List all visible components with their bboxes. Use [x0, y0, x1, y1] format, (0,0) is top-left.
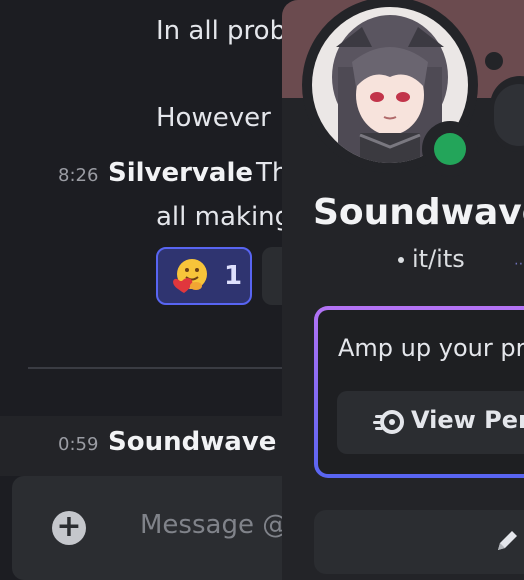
bullet-separator	[398, 257, 404, 263]
message-text-line: However	[156, 103, 271, 133]
message-text-line: all making	[156, 202, 292, 232]
message-timestamp: 0:59	[58, 434, 99, 455]
view-perks-label: View Perk	[411, 406, 524, 434]
nitro-icon	[373, 410, 404, 434]
reaction-button[interactable]: 1	[156, 247, 252, 305]
profile-pronouns: it/its	[412, 245, 465, 273]
message-timestamp: 8:26	[58, 165, 99, 186]
message-text-line: In all prob	[156, 16, 287, 46]
chat-panel: In all prob However 8:26 Silvervale Th a…	[0, 0, 302, 580]
message-input[interactable]: Message @	[140, 510, 288, 540]
user-profile-popout: Soundwave it/its ⋯ Amp up your pro View …	[282, 0, 524, 580]
badge-icon[interactable]: ⋯	[514, 256, 524, 272]
new-messages-divider	[28, 367, 298, 369]
message-author[interactable]: Silvervale	[108, 158, 253, 188]
banner-decoration	[485, 52, 503, 70]
online-status-icon	[434, 133, 466, 165]
reaction-count: 1	[224, 261, 243, 291]
nitro-promo-text: Amp up your pro	[338, 334, 524, 362]
pencil-icon	[498, 531, 517, 550]
plus-circle-icon[interactable]: +	[52, 511, 86, 545]
profile-display-name: Soundwave	[313, 192, 524, 233]
hugging-face-heart-icon	[173, 259, 207, 293]
message-author[interactable]: Soundwave	[108, 427, 276, 457]
